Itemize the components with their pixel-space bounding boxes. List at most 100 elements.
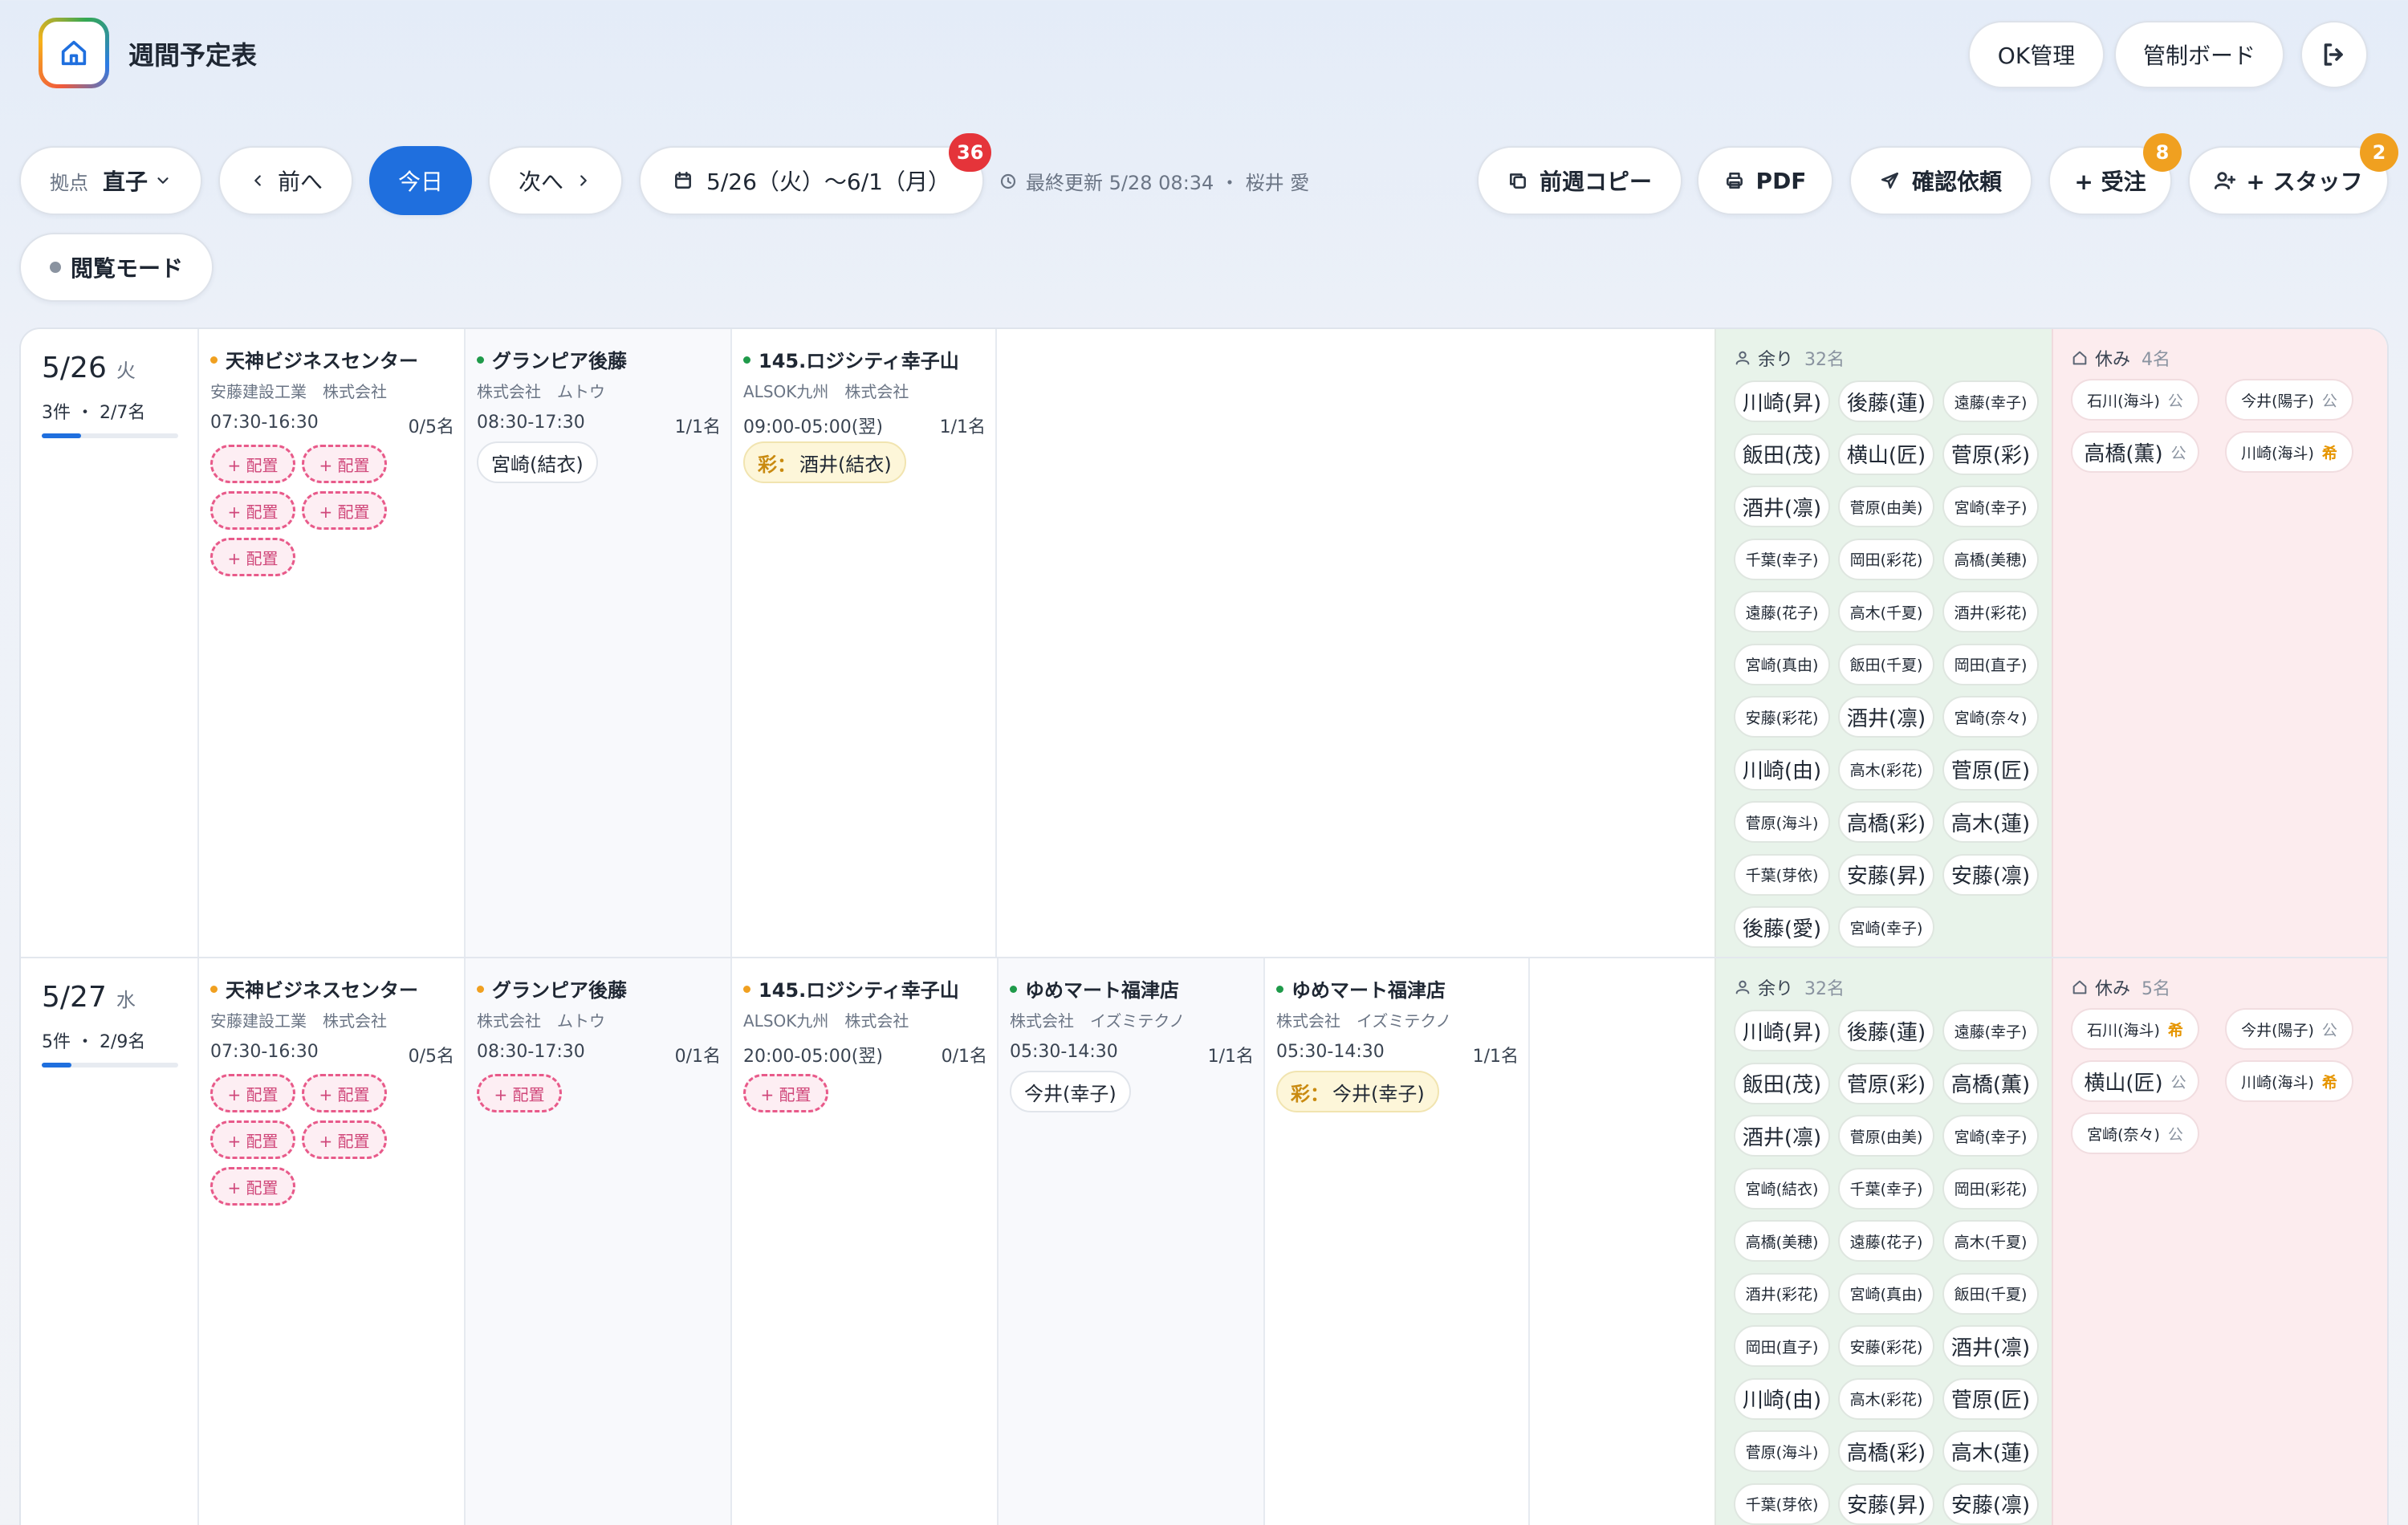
spare-staff-chip[interactable]: 酒井(凛) [1734,1115,1830,1157]
spare-staff-chip[interactable]: 安藤(彩花) [1734,696,1830,738]
spare-staff-chip[interactable]: 遠藤(花子) [1734,591,1830,632]
spare-staff-chip[interactable]: 川崎(昇) [1734,380,1830,422]
spare-staff-chip[interactable]: 千葉(幸子) [1734,538,1830,580]
off-staff-chip[interactable]: 石川(海斗) 希 [2071,1008,2199,1050]
spare-staff-chip[interactable]: 安藤(凛) [1942,1482,2039,1525]
next-week-button[interactable]: 次へ [488,146,623,215]
spare-staff-chip[interactable]: 飯田(千夏) [1838,643,1934,685]
base-selector[interactable]: 拠点 直子 [19,146,202,215]
add-assignment-button[interactable]: + 配置 [210,445,295,483]
spare-staff-chip[interactable]: 遠藤(幸子) [1942,380,2039,422]
logout-button[interactable] [2300,21,2368,88]
spare-staff-chip[interactable]: 高橋(彩) [1838,1430,1934,1472]
spare-staff-chip[interactable]: 高木(千夏) [1942,1220,2039,1262]
spare-staff-chip[interactable]: 遠藤(幸子) [1942,1010,2039,1051]
spare-staff-chip[interactable]: 横山(匠) [1838,433,1934,475]
spare-staff-chip[interactable]: 岡田(直子) [1942,643,2039,685]
spare-staff-chip[interactable]: 宮崎(奈々) [1942,696,2039,738]
assigned-staff-chip[interactable]: 今井(幸子) [1010,1071,1131,1112]
control-board-button[interactable]: 管制ボード [2114,21,2284,88]
spare-staff-chip[interactable]: 飯田(千夏) [1942,1272,2039,1315]
spare-staff-chip[interactable]: 宮崎(幸子) [1942,1115,2039,1157]
spare-staff-chip[interactable]: 宮崎(幸子) [1838,906,1934,948]
spare-staff-chip[interactable]: 菅原(海斗) [1734,1430,1830,1472]
site-name[interactable]: 天神ビジネスセンター [210,345,418,373]
site-name[interactable]: ゆめマート福津店 [1276,974,1446,1002]
today-button[interactable]: 今日 [369,146,472,215]
spare-staff-chip[interactable]: 酒井(凛) [1942,1325,2039,1367]
spare-staff-chip[interactable]: 岡田(彩花) [1838,538,1934,580]
spare-staff-chip[interactable]: 千葉(芽依) [1734,853,1830,896]
spare-staff-chip[interactable]: 酒井(凛) [1838,696,1934,738]
off-staff-chip[interactable]: 今井(陽子) 公 [2225,379,2353,421]
site-name[interactable]: グランピア後藤 [477,345,627,373]
assigned-staff-chip[interactable]: 彩： 酒井(結衣) [743,441,906,483]
spare-staff-chip[interactable]: 飯田(茂) [1734,1062,1830,1104]
spare-staff-chip[interactable]: 菅原(匠) [1942,1377,2039,1420]
site-name[interactable]: 145.ロジシティ幸子山 [743,345,959,373]
spare-staff-chip[interactable]: 宮崎(真由) [1734,643,1830,685]
spare-staff-chip[interactable]: 後藤(蓮) [1838,380,1934,422]
spare-staff-chip[interactable]: 川崎(由) [1734,748,1830,791]
add-staff-button[interactable]: + スタッフ [2188,146,2389,215]
spare-staff-chip[interactable]: 菅原(海斗) [1734,801,1830,843]
spare-staff-chip[interactable]: 菅原(彩) [1942,433,2039,475]
off-staff-chip[interactable]: 川崎(海斗) 希 [2225,1060,2353,1102]
off-staff-chip[interactable]: 川崎(海斗) 希 [2225,431,2353,473]
add-assignment-button[interactable]: + 配置 [210,1167,295,1206]
spare-staff-chip[interactable]: 岡田(彩花) [1942,1167,2039,1210]
off-staff-chip[interactable]: 石川(海斗) 公 [2071,379,2199,421]
add-assignment-button[interactable]: + 配置 [302,1120,387,1159]
spare-staff-chip[interactable]: 岡田(直子) [1734,1325,1830,1367]
site-name[interactable]: ゆめマート福津店 [1010,974,1179,1002]
add-assignment-button[interactable]: + 配置 [210,1120,295,1159]
spare-staff-chip[interactable]: 安藤(昇) [1838,853,1934,896]
spare-staff-chip[interactable]: 川崎(昇) [1734,1010,1830,1051]
assigned-staff-chip[interactable]: 宮崎(結衣) [477,441,598,483]
add-assignment-button[interactable]: + 配置 [302,445,387,483]
spare-staff-chip[interactable]: 菅原(由美) [1838,486,1934,527]
spare-staff-chip[interactable]: 高木(蓮) [1942,801,2039,843]
copy-previous-week-button[interactable]: 前週コピー [1477,146,1682,215]
spare-staff-chip[interactable]: 安藤(彩花) [1838,1325,1934,1367]
view-mode-toggle[interactable]: 閲覧モード [19,233,214,302]
off-staff-chip[interactable]: 宮崎(奈々) 公 [2071,1112,2199,1154]
add-assignment-button[interactable]: + 配置 [302,1074,387,1112]
spare-staff-chip[interactable]: 酒井(彩花) [1942,591,2039,632]
spare-staff-chip[interactable]: 遠藤(花子) [1838,1220,1934,1262]
spare-staff-chip[interactable]: 酒井(凛) [1734,486,1830,527]
add-assignment-button[interactable]: + 配置 [210,491,295,530]
spare-staff-chip[interactable]: 高木(蓮) [1942,1430,2039,1472]
off-staff-chip[interactable]: 高橋(薫) 公 [2071,431,2199,473]
site-name[interactable]: グランピア後藤 [477,974,627,1002]
spare-staff-chip[interactable]: 高木(彩花) [1838,748,1934,791]
add-assignment-button[interactable]: + 配置 [210,538,295,576]
spare-staff-chip[interactable]: 千葉(幸子) [1838,1167,1934,1210]
add-assignment-button[interactable]: + 配置 [302,491,387,530]
spare-staff-chip[interactable]: 後藤(愛) [1734,906,1830,948]
spare-staff-chip[interactable]: 宮崎(結衣) [1734,1167,1830,1210]
spare-staff-chip[interactable]: 菅原(匠) [1942,748,2039,791]
site-name[interactable]: 天神ビジネスセンター [210,974,418,1002]
spare-staff-chip[interactable]: 高木(彩花) [1838,1377,1934,1420]
spare-staff-chip[interactable]: 川崎(由) [1734,1377,1830,1420]
spare-staff-chip[interactable]: 高橋(彩) [1838,801,1934,843]
spare-staff-chip[interactable]: 後藤(蓮) [1838,1010,1934,1051]
date-range-button[interactable]: 5/26（火）～6/1（月） [639,146,984,215]
pdf-button[interactable]: PDF [1697,146,1833,215]
off-staff-chip[interactable]: 今井(陽子) 公 [2225,1008,2353,1050]
spare-staff-chip[interactable]: 高橋(美穂) [1734,1220,1830,1262]
spare-staff-chip[interactable]: 安藤(昇) [1838,1482,1934,1525]
spare-staff-chip[interactable]: 飯田(茂) [1734,433,1830,475]
spare-staff-chip[interactable]: 菅原(彩) [1838,1062,1934,1104]
spare-staff-chip[interactable]: 千葉(芽依) [1734,1482,1830,1525]
spare-staff-chip[interactable]: 安藤(凛) [1942,853,2039,896]
site-name[interactable]: 145.ロジシティ幸子山 [743,974,959,1002]
off-staff-chip[interactable]: 横山(匠) 公 [2071,1060,2199,1102]
add-assignment-button[interactable]: + 配置 [210,1074,295,1112]
confirm-request-button[interactable]: 確認依頼 [1849,146,2032,215]
spare-staff-chip[interactable]: 菅原(由美) [1838,1115,1934,1157]
ok-management-button[interactable]: OK管理 [1968,21,2105,88]
add-assignment-button[interactable]: + 配置 [477,1074,562,1112]
spare-staff-chip[interactable]: 宮崎(真由) [1838,1272,1934,1315]
